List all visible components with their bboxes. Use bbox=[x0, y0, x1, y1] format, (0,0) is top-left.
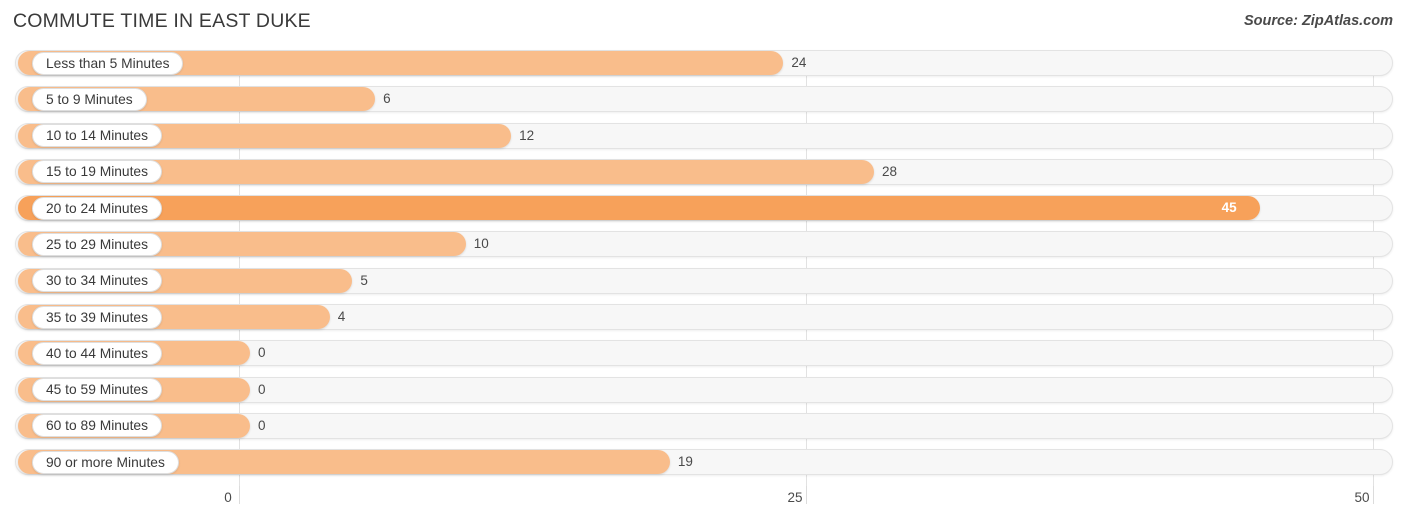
bar-row[interactable]: 4 35 to 39 Minutes bbox=[0, 304, 1406, 331]
bar-value-label: 0 bbox=[258, 417, 266, 433]
bar-value-label: 6 bbox=[383, 91, 391, 107]
bar-row[interactable]: 19 90 or more Minutes bbox=[0, 449, 1406, 476]
chart-page: COMMUTE TIME IN EAST DUKE Source: ZipAtl… bbox=[0, 0, 1406, 523]
page-title: COMMUTE TIME IN EAST DUKE bbox=[13, 10, 311, 32]
category-label[interactable]: 15 to 19 Minutes bbox=[32, 160, 163, 184]
category-label[interactable]: 40 to 44 Minutes bbox=[32, 341, 163, 365]
category-label[interactable]: 30 to 34 Minutes bbox=[32, 269, 163, 293]
bar-row[interactable]: 12 10 to 14 Minutes bbox=[0, 122, 1406, 149]
category-label[interactable]: 10 to 14 Minutes bbox=[32, 124, 163, 148]
bar-value-label: 45 bbox=[1221, 200, 1237, 216]
bar-row[interactable]: 24 Less than 5 Minutes bbox=[0, 50, 1406, 76]
x-axis-tick-label: 25 bbox=[787, 490, 803, 505]
bar-row[interactable]: 28 15 to 19 Minutes bbox=[0, 158, 1406, 185]
bar-value-label: 0 bbox=[258, 345, 266, 361]
category-label[interactable]: 60 to 89 Minutes bbox=[32, 414, 163, 438]
bar-rows: 24 Less than 5 Minutes 6 5 to 9 Minutes 12 10… bbox=[0, 50, 1406, 486]
bar-row[interactable]: 10 25 to 29 Minutes bbox=[0, 231, 1406, 258]
x-axis-tick-mark bbox=[806, 486, 807, 504]
category-label[interactable]: 25 to 29 Minutes bbox=[32, 232, 163, 256]
x-axis-tick-label: 50 bbox=[1354, 490, 1370, 505]
bar-value-label: 19 bbox=[677, 454, 693, 470]
bar-row[interactable]: 6 5 to 9 Minutes bbox=[0, 86, 1406, 113]
x-axis-tick-mark bbox=[1373, 486, 1374, 504]
bar-value-label: 0 bbox=[258, 381, 266, 397]
source-attribution: Source: ZipAtlas.com bbox=[1243, 13, 1393, 29]
bar[interactable] bbox=[18, 196, 1260, 221]
x-axis: 0 25 50 bbox=[0, 486, 1406, 523]
x-axis-tick-label: 0 bbox=[224, 490, 232, 505]
category-label[interactable]: 20 to 24 Minutes bbox=[32, 196, 163, 220]
x-axis-tick-mark bbox=[239, 486, 240, 504]
category-label[interactable]: 5 to 9 Minutes bbox=[32, 87, 147, 111]
bar-value-label: 12 bbox=[519, 127, 535, 143]
category-label[interactable]: Less than 5 Minutes bbox=[32, 51, 184, 75]
bar-value-label: 28 bbox=[882, 163, 898, 179]
plot-area: 24 Less than 5 Minutes 6 5 to 9 Minutes 12 10… bbox=[0, 50, 1406, 486]
bar-row[interactable]: 0 40 to 44 Minutes bbox=[0, 340, 1406, 367]
bar-value-label: 5 bbox=[360, 272, 368, 288]
category-label[interactable]: 45 to 59 Minutes bbox=[32, 378, 163, 402]
category-label[interactable]: 90 or more Minutes bbox=[32, 450, 179, 474]
bar-row[interactable]: 0 60 to 89 Minutes bbox=[0, 412, 1406, 439]
bar-row[interactable]: 5 30 to 34 Minutes bbox=[0, 267, 1406, 294]
category-label[interactable]: 35 to 39 Minutes bbox=[32, 305, 163, 329]
bar-value-label: 10 bbox=[473, 236, 489, 252]
bar-row[interactable]: 45 20 to 24 Minutes bbox=[0, 195, 1406, 222]
bar-row[interactable]: 0 45 to 59 Minutes bbox=[0, 376, 1406, 403]
bar-value-label: 24 bbox=[791, 55, 807, 70]
bar-value-label: 4 bbox=[337, 309, 346, 325]
